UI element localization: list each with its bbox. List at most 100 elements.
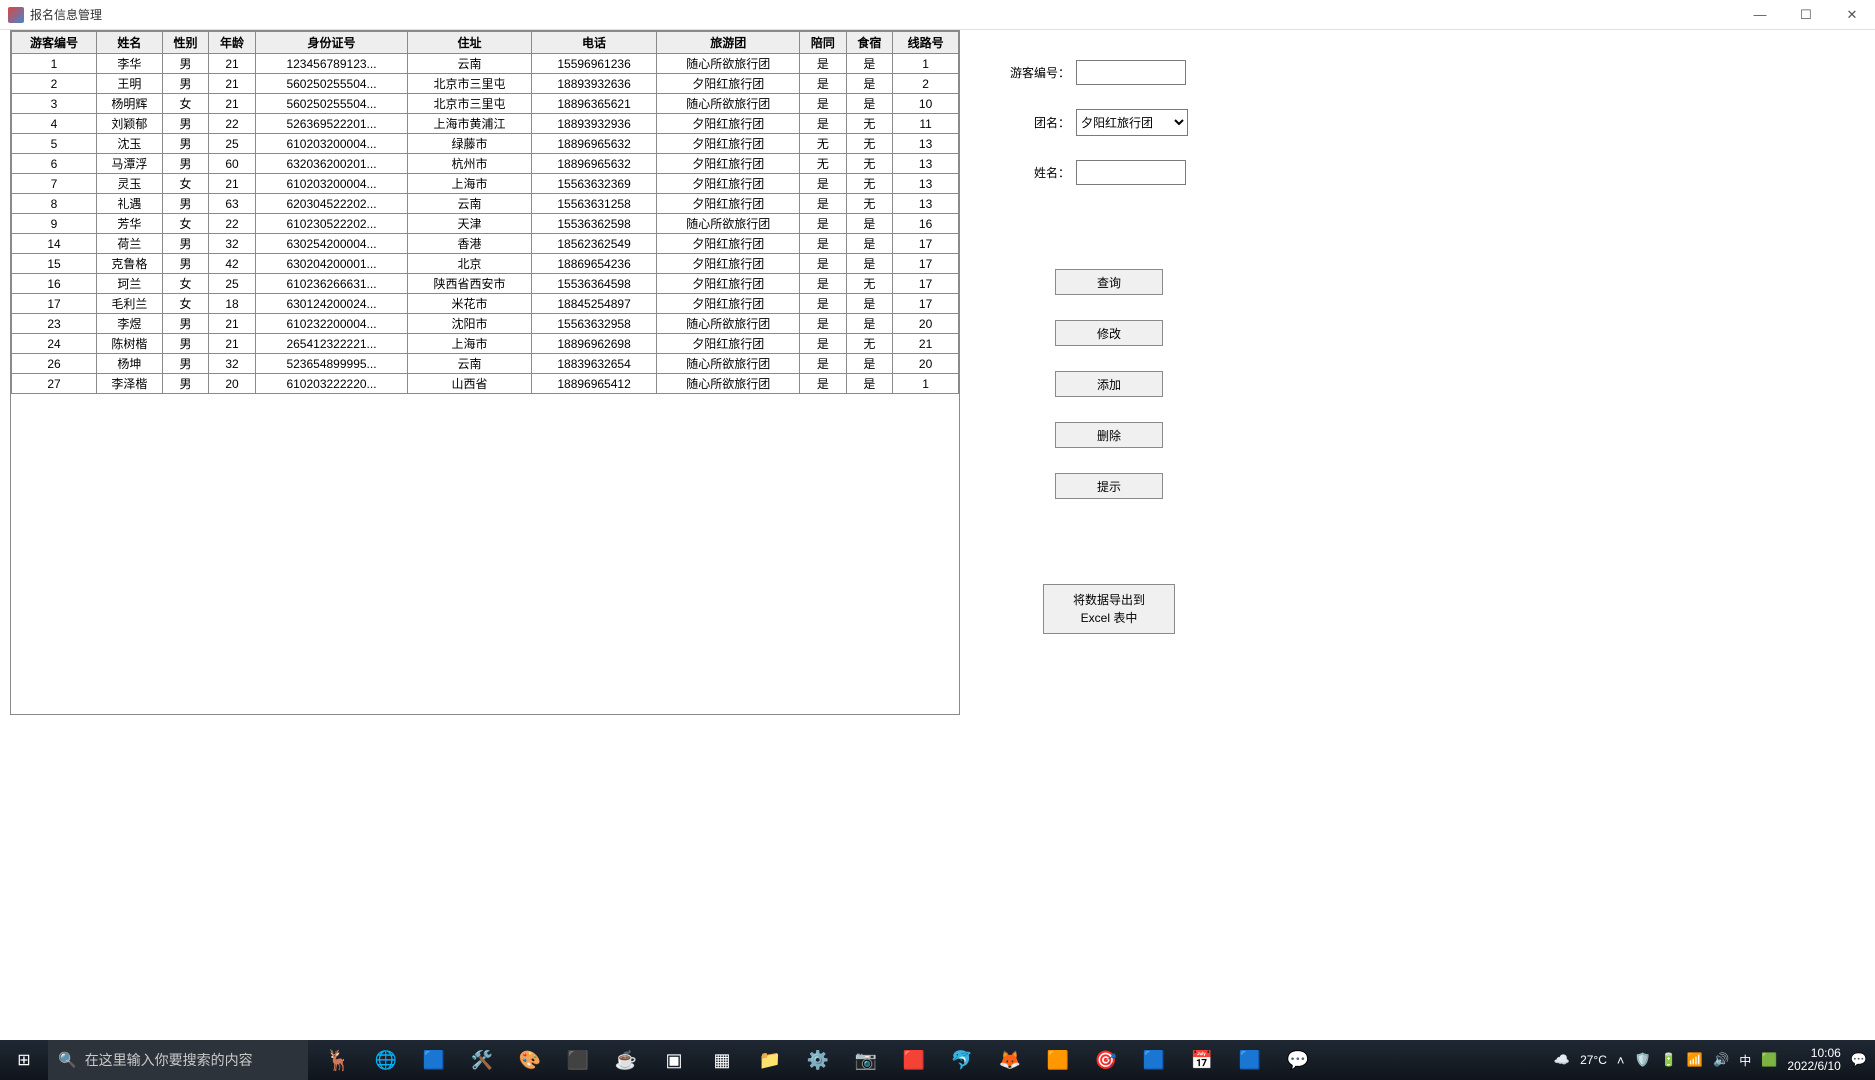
table-row[interactable]: 1李华男21123456789123...云南15596961236随心所欲旅行…: [12, 54, 959, 74]
table-row[interactable]: 2王明男21560250255504...北京市三里屯18893932636夕阳…: [12, 74, 959, 94]
table-cell: 是: [846, 94, 893, 114]
palette-icon[interactable]: 🎨: [506, 1040, 554, 1080]
security-icon[interactable]: 🛡️: [1634, 1052, 1650, 1068]
table-cell: 男: [162, 194, 209, 214]
table-cell: 60: [209, 154, 256, 174]
column-header[interactable]: 性别: [162, 32, 209, 54]
start-button[interactable]: ⊞: [0, 1040, 48, 1080]
ime-text[interactable]: 中: [1739, 1052, 1751, 1069]
table-cell: 灵玉: [97, 174, 163, 194]
settings-icon[interactable]: ⚙️: [794, 1040, 842, 1080]
vscode-icon[interactable]: 🟦: [1130, 1040, 1178, 1080]
table-row[interactable]: 26杨坤男32523654899995...云南18839632654随心所欲旅…: [12, 354, 959, 374]
notification-icon[interactable]: 💬: [1851, 1052, 1867, 1068]
table-cell: 无: [800, 134, 847, 154]
chevron-up-icon[interactable]: ˄: [1617, 1053, 1625, 1068]
maximize-button[interactable]: ☐: [1783, 0, 1829, 30]
export-excel-button[interactable]: 将数据导出到 Excel 表中: [1043, 584, 1175, 634]
table-cell: 18893932636: [531, 74, 657, 94]
table-cell: 15596961236: [531, 54, 657, 74]
table-cell: 32: [209, 354, 256, 374]
calendar-icon[interactable]: 📅: [1178, 1040, 1226, 1080]
scan-icon[interactable]: 🟥: [890, 1040, 938, 1080]
add-button[interactable]: 添加: [1055, 371, 1163, 397]
hint-button[interactable]: 提示: [1055, 473, 1163, 499]
column-header[interactable]: 陪同: [800, 32, 847, 54]
taskbar-search[interactable]: 🔍 在这里输入你要搜索的内容: [48, 1040, 308, 1080]
edge-icon[interactable]: 🟦: [410, 1040, 458, 1080]
column-header[interactable]: 旅游团: [657, 32, 800, 54]
table-cell: 13: [893, 154, 959, 174]
table-row[interactable]: 16珂兰女25610236266631...陕西省西安市15536364598夕…: [12, 274, 959, 294]
table-row[interactable]: 5沈玉男25610203200004...绿藤市18896965632夕阳红旅行…: [12, 134, 959, 154]
table-row[interactable]: 15克鲁格男42630204200001...北京18869654236夕阳红旅…: [12, 254, 959, 274]
group-select[interactable]: 夕阳红旅行团: [1076, 109, 1188, 136]
camera-icon[interactable]: 📷: [842, 1040, 890, 1080]
tools-icon[interactable]: 🛠️: [458, 1040, 506, 1080]
column-header[interactable]: 游客编号: [12, 32, 97, 54]
table-cell: 女: [162, 174, 209, 194]
table-row[interactable]: 8礼遇男63620304522202...云南15563631258夕阳红旅行团…: [12, 194, 959, 214]
explorer-icon[interactable]: 📁: [746, 1040, 794, 1080]
table-row[interactable]: 27李泽楷男20610203222220...山西省18896965412随心所…: [12, 374, 959, 394]
delete-button[interactable]: 删除: [1055, 422, 1163, 448]
word-icon[interactable]: 🟦: [1226, 1040, 1274, 1080]
table-row[interactable]: 24陈树楷男21265412322221...上海市18896962698夕阳红…: [12, 334, 959, 354]
modify-button[interactable]: 修改: [1055, 320, 1163, 346]
data-table-container[interactable]: 游客编号姓名性别年龄身份证号住址电话旅游团陪同食宿线路号 1李华男2112345…: [10, 30, 960, 715]
wechat-icon[interactable]: 💬: [1274, 1040, 1322, 1080]
tourist-id-input[interactable]: [1076, 60, 1186, 85]
minimize-button[interactable]: —: [1737, 0, 1783, 30]
column-header[interactable]: 身份证号: [255, 32, 407, 54]
table-cell: 560250255504...: [255, 94, 407, 114]
pycharm-icon[interactable]: ⬛: [554, 1040, 602, 1080]
mysql-icon[interactable]: 🐬: [938, 1040, 986, 1080]
table-cell: 男: [162, 374, 209, 394]
table-cell: 21: [209, 74, 256, 94]
table-cell: 云南: [408, 54, 531, 74]
chrome-icon[interactable]: 🌐: [362, 1040, 410, 1080]
column-header[interactable]: 电话: [531, 32, 657, 54]
query-button[interactable]: 查询: [1055, 269, 1163, 295]
table-row[interactable]: 7灵玉女21610203200004...上海市15563632369夕阳红旅行…: [12, 174, 959, 194]
wifi-icon[interactable]: 📶: [1687, 1052, 1703, 1068]
wps-icon[interactable]: 🟧: [1034, 1040, 1082, 1080]
column-header[interactable]: 食宿: [846, 32, 893, 54]
table-cell: 随心所欲旅行团: [657, 354, 800, 374]
clock[interactable]: 10:06 2022/6/10: [1787, 1047, 1840, 1073]
battery-icon[interactable]: 🔋: [1661, 1052, 1677, 1068]
coffee-app-icon[interactable]: ☕: [602, 1040, 650, 1080]
column-header[interactable]: 姓名: [97, 32, 163, 54]
column-header[interactable]: 住址: [408, 32, 531, 54]
deer-widget-icon[interactable]: 🦌: [314, 1040, 362, 1080]
name-input[interactable]: [1076, 160, 1186, 185]
table-cell: 女: [162, 94, 209, 114]
pycharm2-icon[interactable]: ▦: [698, 1040, 746, 1080]
table-row[interactable]: 14荷兰男32630254200004...香港18562362549夕阳红旅行…: [12, 234, 959, 254]
column-header[interactable]: 年龄: [209, 32, 256, 54]
table-row[interactable]: 23李煜男21610232200004...沈阳市15563632958随心所欲…: [12, 314, 959, 334]
table-cell: 马潭浮: [97, 154, 163, 174]
window-controls: — ☐ ✕: [1737, 0, 1875, 30]
table-row[interactable]: 4刘颖郁男22526369522201...上海市黄浦江18893932936夕…: [12, 114, 959, 134]
table-row[interactable]: 3杨明辉女21560250255504...北京市三里屯18896365621随…: [12, 94, 959, 114]
filter-panel: 游客编号： 团名： 夕阳红旅行团 姓名： 查询 修改 添加 删除 提示 将数据导…: [970, 30, 1228, 1040]
volume-icon[interactable]: 🔊: [1713, 1052, 1729, 1068]
table-cell: 男: [162, 334, 209, 354]
sogou-icon[interactable]: 🟩: [1761, 1052, 1777, 1068]
table-row[interactable]: 17毛利兰女18630124200024...米花市18845254897夕阳红…: [12, 294, 959, 314]
cloud-icon[interactable]: ☁️: [1554, 1052, 1570, 1068]
table-cell: 男: [162, 54, 209, 74]
firefox-icon[interactable]: 🦊: [986, 1040, 1034, 1080]
column-header[interactable]: 线路号: [893, 32, 959, 54]
terminal-icon[interactable]: ▣: [650, 1040, 698, 1080]
table-cell: 无: [800, 154, 847, 174]
table-row[interactable]: 9芳华女22610230522202...天津15536362598随心所欲旅行…: [12, 214, 959, 234]
table-cell: 毛利兰: [97, 294, 163, 314]
table-cell: 21: [209, 174, 256, 194]
close-button[interactable]: ✕: [1829, 0, 1875, 30]
table-cell: 刘颖郁: [97, 114, 163, 134]
weather-text[interactable]: 27°C: [1580, 1053, 1607, 1067]
table-row[interactable]: 6马潭浮男60632036200201...杭州市18896965632夕阳红旅…: [12, 154, 959, 174]
target-icon[interactable]: 🎯: [1082, 1040, 1130, 1080]
